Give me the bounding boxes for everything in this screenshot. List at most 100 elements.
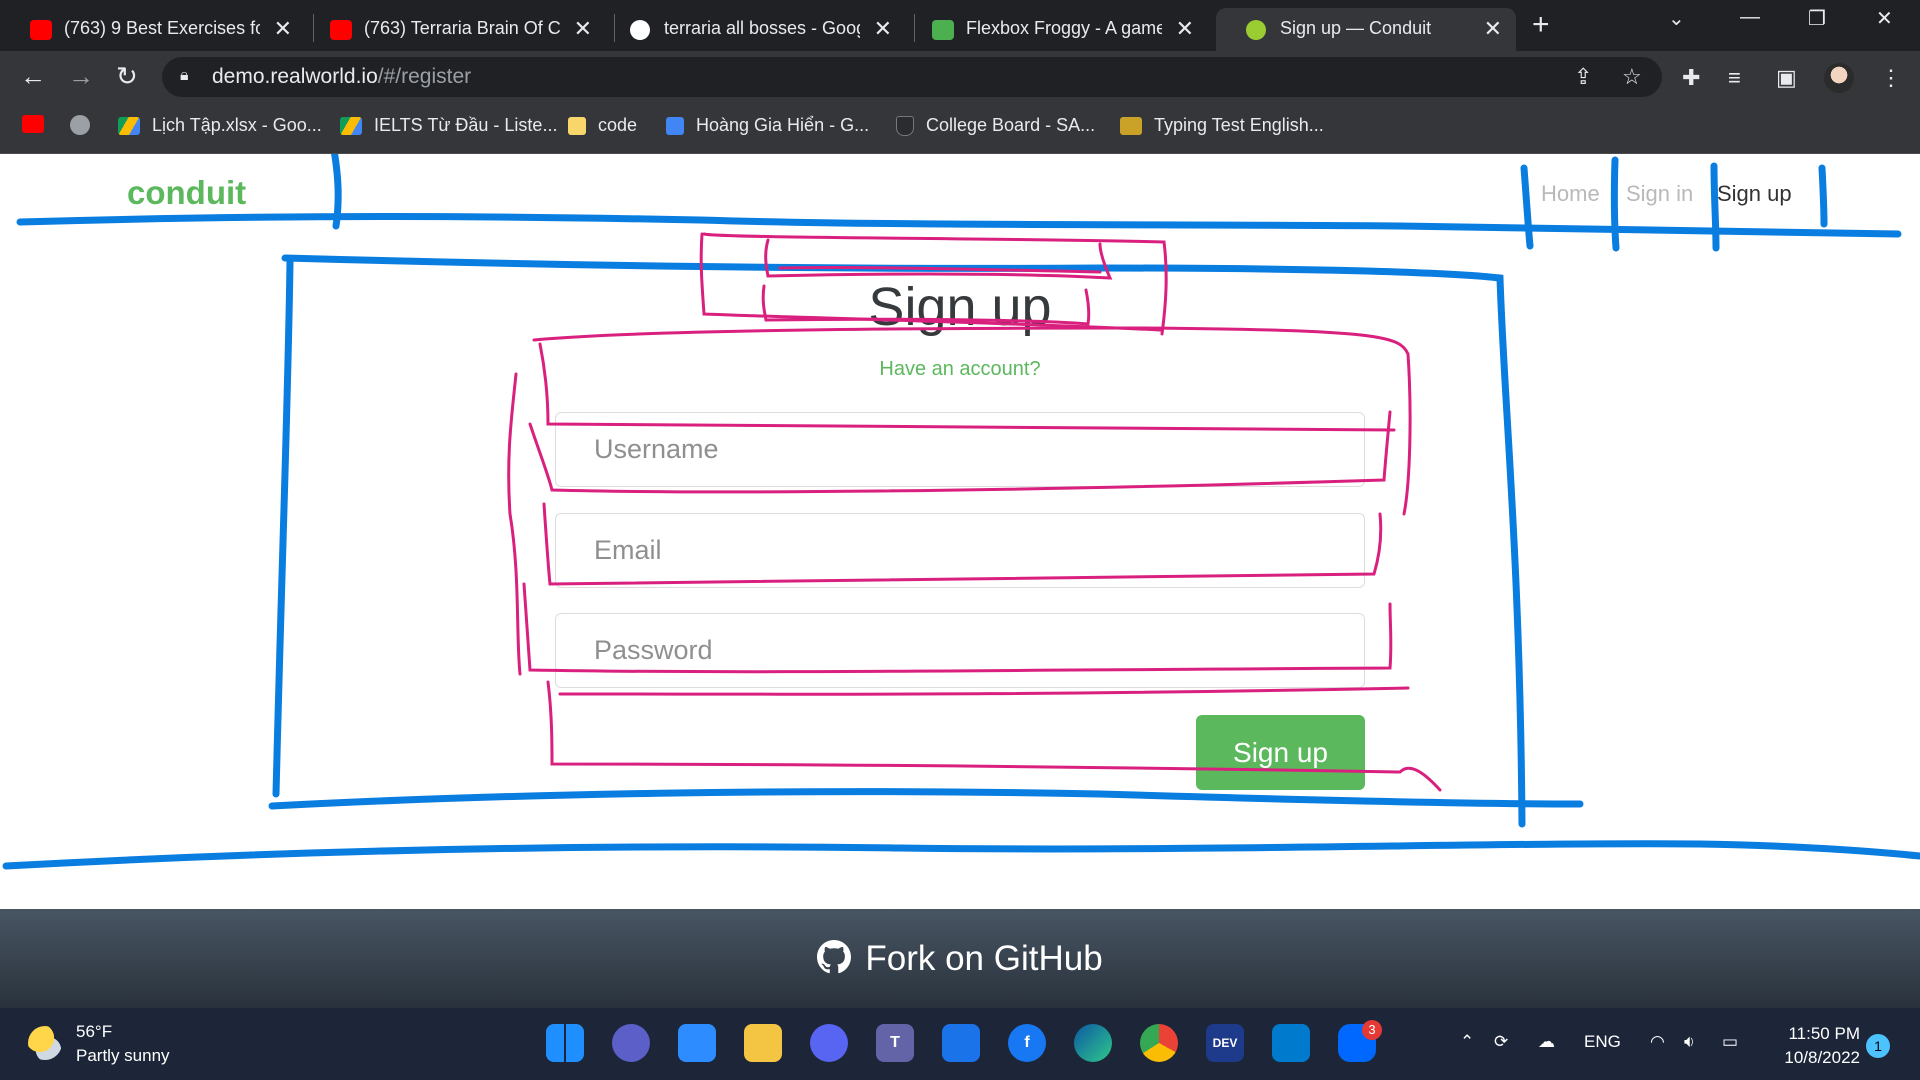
password-field[interactable] — [555, 613, 1365, 688]
file-explorer-icon[interactable] — [744, 1024, 782, 1062]
tab-youtube-exercises[interactable]: (763) 9 Best Exercises for I ✕ — [0, 8, 306, 51]
wifi-icon[interactable]: ◠ — [1650, 1032, 1665, 1052]
tab-search-icon[interactable]: ⌄ — [1668, 6, 1685, 31]
bookmark-hoang-gia-hien[interactable]: Hoàng Gia Hiển - G... — [666, 115, 869, 136]
reload-icon[interactable]: ↻ — [116, 61, 138, 92]
globe-icon — [70, 115, 90, 135]
bookmark-globe[interactable] — [70, 115, 90, 135]
bookmark-ielts[interactable]: IELTS Từ Đầu - Liste... — [340, 115, 557, 136]
shield-icon — [896, 115, 914, 136]
tab-title: (763) Terraria Brain Of Cth — [364, 18, 560, 38]
close-icon[interactable]: ✕ — [574, 16, 592, 42]
minimize-icon[interactable]: — — [1740, 6, 1760, 29]
bookmark-lich-tap[interactable]: Lịch Tập.xlsx - Goo... — [118, 115, 322, 136]
mail-icon[interactable] — [942, 1024, 980, 1062]
back-icon[interactable]: ← — [20, 61, 46, 92]
close-icon[interactable]: ✕ — [1176, 16, 1194, 42]
close-window-icon[interactable]: ✕ — [1876, 6, 1893, 31]
typing-icon — [1120, 116, 1142, 135]
teams-icon[interactable]: T — [876, 1024, 914, 1062]
bookmark-college-board[interactable]: College Board - SA... — [896, 115, 1095, 136]
email-field[interactable] — [555, 513, 1365, 588]
discord-icon[interactable] — [810, 1024, 848, 1062]
tab-youtube-terraria[interactable]: (763) Terraria Brain Of Cth ✕ — [300, 8, 606, 51]
profile-avatar[interactable] — [1824, 63, 1854, 93]
docs-icon — [666, 116, 684, 135]
vscode-icon[interactable] — [1272, 1024, 1310, 1062]
frog-icon — [932, 20, 954, 40]
bookmark-label: Lịch Tập.xlsx - Goo... — [152, 115, 322, 135]
nav-home[interactable]: Home — [1541, 181, 1600, 207]
drive-icon — [340, 116, 362, 135]
site-footer: Fork on GitHub — [0, 909, 1920, 1008]
zalo-badge: 3 — [1362, 1020, 1382, 1040]
youtube-icon — [30, 20, 52, 40]
nav-sign-in[interactable]: Sign in — [1626, 181, 1693, 207]
tab-title: terraria all bosses - Googl — [664, 18, 860, 38]
address-url: demo.realworld.io/#/register — [212, 65, 471, 89]
weather-temp: 56°F — [76, 1022, 113, 1041]
bookmark-label: Hoàng Gia Hiển - G... — [696, 115, 870, 135]
bookmark-code[interactable]: code — [568, 115, 637, 136]
system-clock[interactable]: 11:50 PM 10/8/2022 — [1760, 1022, 1860, 1070]
bookmark-label: College Board - SA... — [926, 115, 1096, 135]
battery-icon[interactable]: ▭ — [1722, 1032, 1738, 1052]
sync-icon[interactable]: ⟳ — [1494, 1032, 1508, 1052]
url-host: demo.realworld.io — [212, 65, 378, 88]
menu-kebab-icon[interactable]: ⋮ — [1880, 65, 1902, 91]
bookmark-youtube[interactable] — [22, 115, 44, 133]
username-field[interactable] — [555, 412, 1365, 487]
media-control-icon[interactable]: ≡ — [1728, 65, 1741, 91]
facebook-icon[interactable]: f — [1008, 1024, 1046, 1062]
google-icon — [630, 20, 650, 40]
bookmark-label: Typing Test English... — [1154, 115, 1324, 135]
nav-sign-up[interactable]: Sign up — [1717, 181, 1792, 207]
tab-strip: (763) 9 Best Exercises for I ✕ (763) Ter… — [0, 0, 1920, 51]
youtube-icon — [22, 115, 44, 133]
forward-icon[interactable]: → — [68, 61, 94, 92]
weather-desc: Partly sunny — [76, 1046, 170, 1065]
youtube-icon — [330, 20, 352, 40]
new-tab-icon[interactable]: + — [1532, 8, 1550, 42]
chat-icon[interactable] — [612, 1024, 650, 1062]
share-icon[interactable]: ⇪ — [1574, 64, 1592, 90]
notification-badge[interactable]: 1 — [1866, 1034, 1890, 1058]
chrome-icon[interactable] — [1140, 1024, 1178, 1062]
zoom-icon[interactable] — [678, 1024, 716, 1062]
tab-flexbox-froggy[interactable]: Flexbox Froggy - A game ✕ — [902, 8, 1208, 51]
bookmark-label: IELTS Từ Đầu - Liste... — [374, 115, 558, 135]
language-indicator[interactable]: ENG — [1584, 1032, 1621, 1052]
close-icon[interactable]: ✕ — [1484, 16, 1502, 42]
side-panel-icon[interactable]: ▣ — [1776, 65, 1797, 91]
cloud-icon[interactable]: ☁ — [1538, 1032, 1555, 1052]
windows-taskbar: 56°F Partly sunny T f DEV 3 ⌃ ⟳ ☁ ENG ◠ … — [0, 1008, 1920, 1080]
devcpp-icon[interactable]: DEV — [1206, 1024, 1244, 1062]
close-icon[interactable]: ✕ — [874, 16, 892, 42]
tab-title: (763) 9 Best Exercises for I — [64, 18, 260, 38]
close-icon[interactable]: ✕ — [274, 16, 292, 42]
bookmark-star-icon[interactable]: ☆ — [1622, 64, 1642, 90]
clock-time: 11:50 PM — [1788, 1024, 1860, 1043]
footer-text: Fork on GitHub — [865, 939, 1103, 978]
sign-up-button[interactable]: Sign up — [1196, 715, 1365, 790]
tab-conduit-signup[interactable]: Sign up — Conduit ✕ — [1216, 8, 1516, 51]
restore-icon[interactable]: ❐ — [1808, 6, 1826, 31]
start-icon[interactable] — [546, 1024, 584, 1062]
chevron-up-icon[interactable]: ⌃ — [1460, 1032, 1474, 1052]
clock-date: 10/8/2022 — [1784, 1048, 1860, 1067]
github-icon — [817, 940, 852, 974]
edge-icon[interactable] — [1074, 1024, 1112, 1062]
extensions-icon[interactable]: ✚ — [1682, 65, 1700, 91]
have-account-link[interactable]: Have an account? — [0, 358, 1920, 381]
partly-sunny-icon — [28, 1026, 62, 1060]
folder-icon — [568, 116, 586, 135]
page-title: Sign up — [868, 277, 1052, 337]
address-bar[interactable]: 🔒︎ demo.realworld.io/#/register ⇪ ☆ — [162, 57, 1662, 97]
brand-logo[interactable]: conduit — [127, 174, 246, 212]
bookmarks-bar: Lịch Tập.xlsx - Goo... IELTS Từ Đầu - Li… — [0, 103, 1920, 154]
drive-icon — [118, 116, 140, 135]
tab-google-search[interactable]: terraria all bosses - Googl ✕ — [600, 8, 906, 51]
volume-icon[interactable]: 🔉︎ — [1684, 1032, 1695, 1052]
bookmark-typing-test[interactable]: Typing Test English... — [1120, 115, 1324, 136]
fork-on-github-link[interactable]: Fork on GitHub — [0, 939, 1920, 979]
